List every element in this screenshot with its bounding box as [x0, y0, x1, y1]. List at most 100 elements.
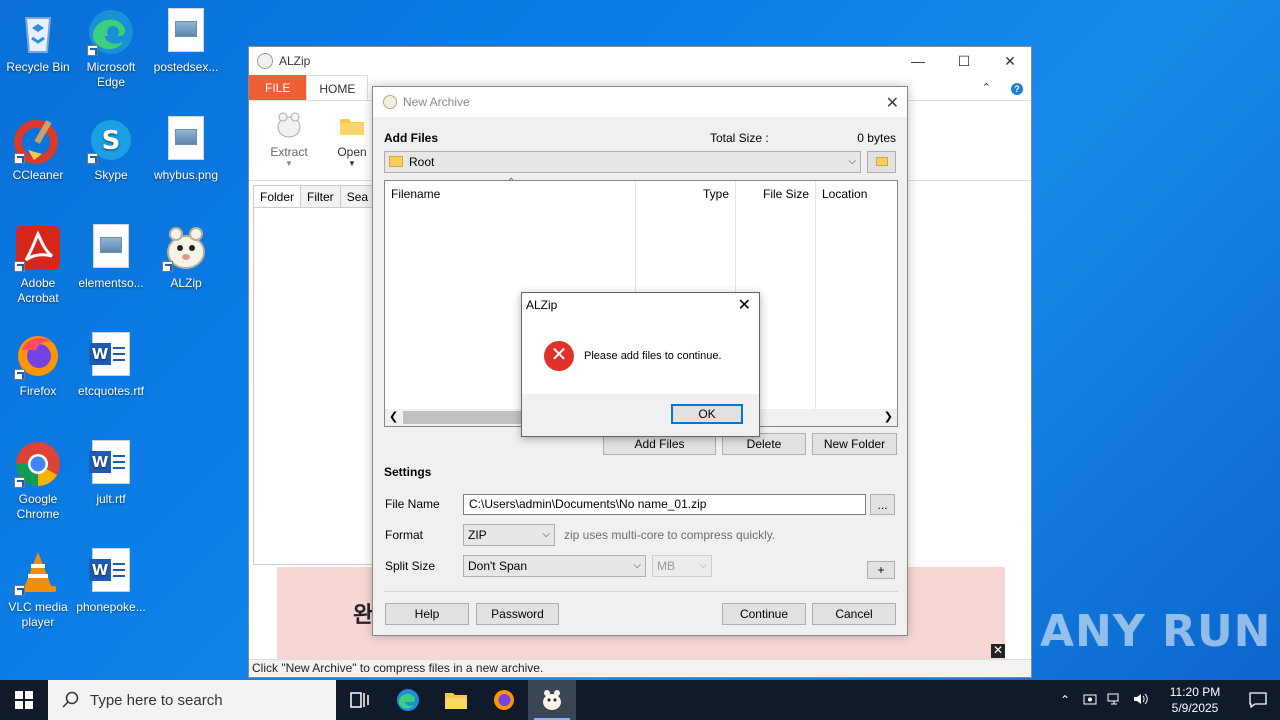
- maximize-button[interactable]: ☐: [941, 47, 987, 75]
- folder-panel: [253, 207, 375, 565]
- close-icon[interactable]: ✕: [738, 295, 751, 315]
- desktop-icon-recycle-bin[interactable]: Recycle Bin: [0, 8, 76, 75]
- password-button[interactable]: Password: [476, 603, 559, 625]
- desktop-icon-skype[interactable]: S Skype: [73, 116, 149, 183]
- show-hidden-icons-icon[interactable]: ⌃: [1060, 693, 1070, 707]
- edge-icon: [87, 8, 135, 56]
- minimize-button[interactable]: —: [895, 47, 941, 75]
- desktop-icon-postedsex[interactable]: postedsex...: [148, 8, 224, 75]
- tab-filter[interactable]: Filter: [300, 185, 341, 209]
- format-dropdown[interactable]: ZIP ⌵: [463, 524, 555, 546]
- scroll-right-icon[interactable]: ❯: [884, 410, 893, 423]
- desktop-icon-elementso[interactable]: elementso...: [73, 224, 149, 291]
- folder-open-icon: [338, 111, 366, 139]
- edge-icon: [397, 689, 419, 711]
- desktop-icon-edge[interactable]: Microsoft Edge: [73, 8, 149, 90]
- desktop-icon-google-chrome[interactable]: Google Chrome: [0, 440, 76, 522]
- taskbar: Type here to search ⌃ 11:20 PM 5/9/2025: [0, 680, 1280, 720]
- alzip-icon: [543, 690, 561, 710]
- continue-button[interactable]: Continue: [722, 603, 806, 625]
- desktop-icon-etcquotes[interactable]: W etcquotes.rtf: [73, 332, 149, 399]
- chevron-down-icon: ⌵: [699, 560, 707, 571]
- browse-file-button[interactable]: ...: [870, 494, 895, 515]
- message-box-title: ALZip: [526, 298, 558, 312]
- vlc-icon: [14, 548, 62, 596]
- format-value: ZIP: [468, 528, 487, 542]
- tab-file[interactable]: FILE: [249, 75, 307, 100]
- desktop-icon-vlc[interactable]: VLC media player: [0, 548, 76, 630]
- taskbar-firefox[interactable]: [480, 680, 528, 720]
- desktop-icon-whybus[interactable]: whybus.png: [148, 116, 224, 183]
- split-size-value: Don't Span: [468, 559, 527, 573]
- tab-home[interactable]: HOME: [306, 75, 369, 100]
- volume-icon[interactable]: [1133, 692, 1149, 709]
- chevron-down-icon: ⌵: [633, 560, 641, 571]
- network-icon[interactable]: [1107, 692, 1123, 709]
- chevron-down-icon: ⌵: [542, 529, 550, 540]
- message-box-footer: OK: [522, 394, 759, 436]
- split-size-dropdown[interactable]: Don't Span ⌵: [463, 555, 646, 577]
- open-label: Open: [337, 145, 367, 159]
- image-file-icon: [162, 8, 210, 56]
- file-list-header: Filename Type File Size Location: [385, 181, 897, 409]
- new-folder-button[interactable]: New Folder: [812, 433, 897, 455]
- ad-close-icon[interactable]: ✕: [991, 644, 1005, 658]
- desktop-icon-alzip[interactable]: ALZip: [148, 224, 224, 291]
- folder-icon: [389, 156, 403, 168]
- desktop-icon-label: Skype: [94, 168, 128, 182]
- browse-folder-button[interactable]: [867, 151, 896, 173]
- alzip-app-icon: [257, 53, 273, 69]
- tab-search[interactable]: Sea: [339, 185, 376, 209]
- file-name-input[interactable]: C:\Users\admin\Documents\No name_01.zip: [463, 494, 866, 515]
- taskbar-edge[interactable]: [384, 680, 432, 720]
- help-button[interactable]: Help: [385, 603, 469, 625]
- anyrun-watermark: ANY RUN: [1040, 606, 1272, 657]
- message-box-body: ✕ Please add files to continue.: [522, 317, 759, 397]
- system-tray: ⌃ 11:20 PM 5/9/2025: [1052, 680, 1280, 720]
- ad-text: 완: [353, 602, 374, 627]
- desktop-icon-label: VLC media player: [8, 600, 68, 629]
- close-button[interactable]: ✕: [987, 47, 1033, 75]
- ribbon-collapse-icon[interactable]: ⌃: [970, 75, 1003, 100]
- scrollbar-thumb[interactable]: [403, 411, 533, 424]
- task-view-button[interactable]: [336, 680, 384, 720]
- split-unit-dropdown[interactable]: MB ⌵: [652, 555, 712, 577]
- open-button[interactable]: Open ▼: [327, 111, 377, 168]
- column-location[interactable]: Location: [816, 181, 897, 409]
- start-button[interactable]: [0, 680, 48, 720]
- status-bar: Click "New Archive" to compress files in…: [249, 659, 1031, 677]
- desktop-icon-firefox[interactable]: Firefox: [0, 332, 76, 399]
- extract-label: Extract: [270, 145, 308, 159]
- folder-dropdown[interactable]: Root ⌵: [384, 151, 861, 173]
- notifications-icon[interactable]: [1236, 692, 1280, 708]
- image-file-icon: [87, 224, 135, 272]
- clock-time: 11:20 PM: [1169, 685, 1221, 699]
- desktop-icon-jult[interactable]: W jult.rtf: [73, 440, 149, 507]
- file-explorer-icon: [445, 693, 467, 709]
- clock-date: 5/9/2025: [1171, 701, 1219, 715]
- clock[interactable]: 11:20 PM 5/9/2025: [1162, 684, 1228, 716]
- expand-options-button[interactable]: +: [867, 561, 895, 579]
- search-icon: [62, 691, 79, 708]
- help-icon[interactable]: ?: [1003, 75, 1031, 100]
- side-tabs: Folder Filter Sea: [253, 185, 376, 209]
- close-icon[interactable]: ✕: [886, 93, 899, 113]
- cancel-button[interactable]: Cancel: [812, 603, 896, 625]
- desktop-icon-phonepoke[interactable]: W phonepoke...: [73, 548, 149, 615]
- word-document-icon: W: [87, 440, 135, 488]
- firefox-icon: [14, 332, 62, 380]
- desktop-icon-label: postedsex...: [153, 60, 219, 74]
- security-icon[interactable]: [1083, 692, 1097, 709]
- desktop-icon-label: elementso...: [78, 276, 144, 290]
- desktop-icon-label: jult.rtf: [96, 492, 126, 506]
- taskbar-alzip[interactable]: [528, 680, 576, 720]
- chevron-down-icon: ⌵: [848, 156, 856, 167]
- scroll-left-icon[interactable]: ❮: [389, 410, 398, 423]
- ok-button[interactable]: OK: [671, 404, 743, 424]
- taskbar-file-explorer[interactable]: [432, 680, 480, 720]
- desktop-icon-ccleaner[interactable]: CCleaner: [0, 116, 76, 183]
- extract-button[interactable]: Extract ▼: [264, 111, 314, 168]
- taskbar-search-box[interactable]: Type here to search: [48, 680, 336, 720]
- desktop-icon-adobe-acrobat[interactable]: Adobe Acrobat: [0, 224, 76, 306]
- tab-folder[interactable]: Folder: [253, 185, 302, 209]
